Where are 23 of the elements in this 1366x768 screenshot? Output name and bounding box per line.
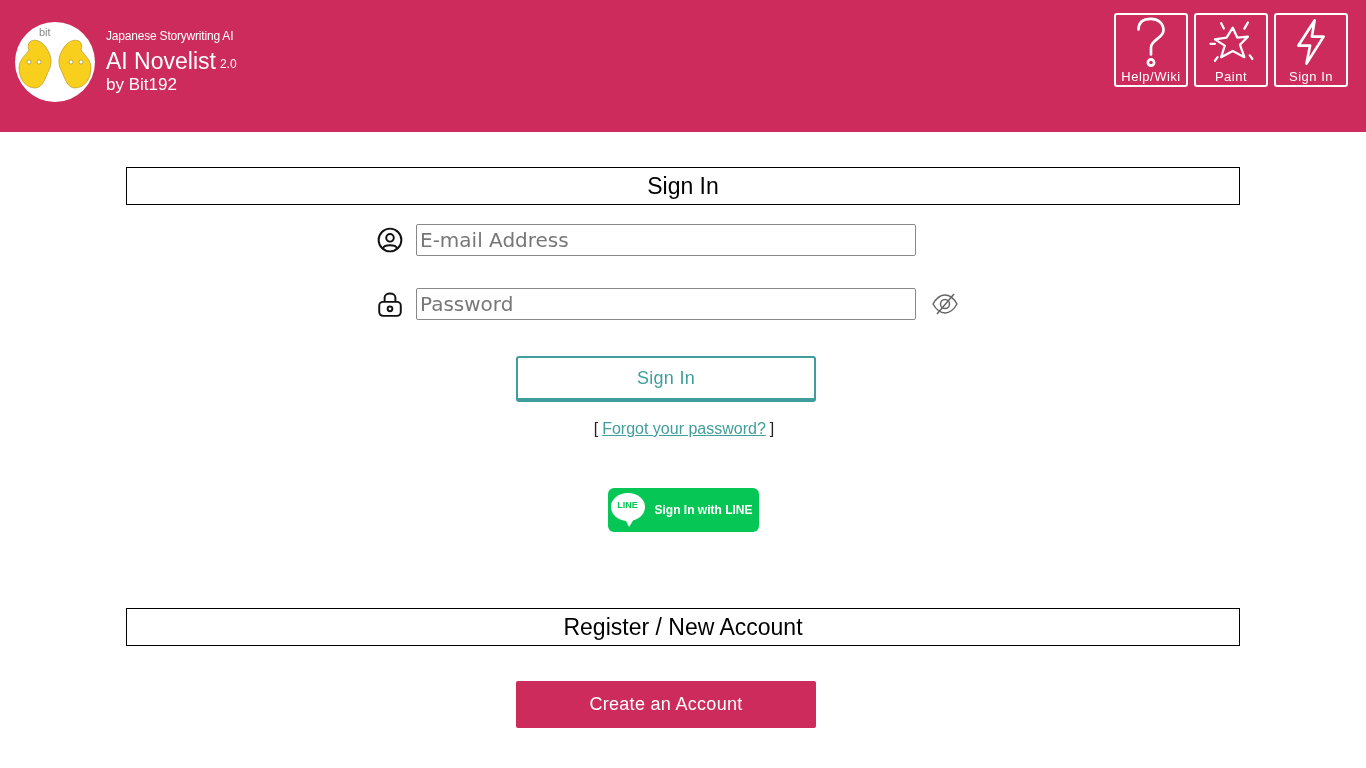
forgot-password-link[interactable]: Forgot your password? bbox=[602, 419, 766, 439]
email-field[interactable]: E-mail Address bbox=[416, 224, 916, 256]
section-heading: Sign In bbox=[126, 167, 1240, 205]
password-field[interactable]: Password bbox=[416, 288, 916, 320]
sign-in-button[interactable]: Sign In bbox=[516, 356, 816, 402]
tagline-text: Japanese Storywriting AI bbox=[106, 29, 235, 43]
create-account-button[interactable]: Create an Account bbox=[516, 681, 816, 728]
badge-text: LINE bbox=[617, 501, 638, 510]
bracket-text: ] bbox=[769, 419, 775, 439]
logo-text: bit bbox=[39, 27, 51, 38]
lock-icon bbox=[377, 290, 403, 318]
star-sparkle-icon bbox=[1206, 19, 1256, 65]
nav-button[interactable]: Help/Wiki bbox=[1114, 13, 1188, 87]
speech-bubble-icon bbox=[608, 492, 647, 528]
user-icon bbox=[377, 227, 403, 253]
app-title: AI Novelist bbox=[106, 48, 216, 74]
nav-button[interactable]: Sign In bbox=[1274, 13, 1348, 87]
section-heading: Register / New Account bbox=[126, 608, 1240, 646]
bracket-text: [ bbox=[593, 419, 599, 439]
byline-text: by Bit192 bbox=[106, 75, 178, 95]
nav-button[interactable]: Paint bbox=[1194, 13, 1268, 87]
eye-slash-icon[interactable] bbox=[932, 293, 958, 315]
version-text: 2.0 bbox=[219, 57, 237, 71]
